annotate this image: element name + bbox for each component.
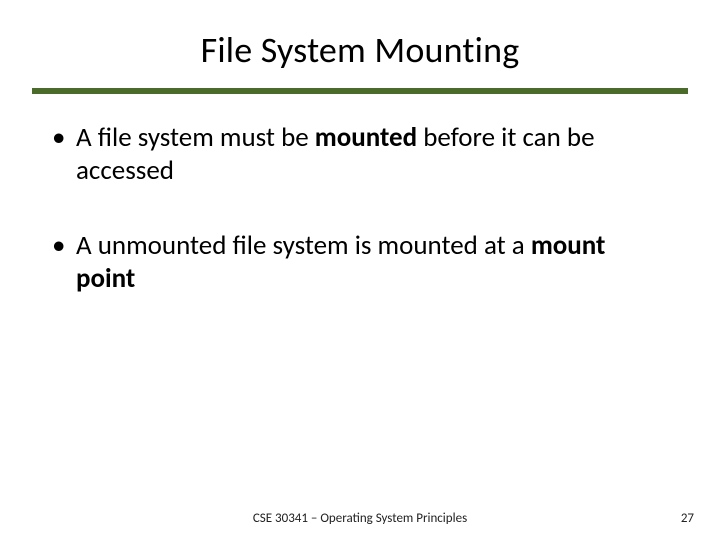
bullet-text-pre: A file system must be <box>76 121 315 154</box>
bullet-text-bold: mounted <box>315 121 417 154</box>
bullet-list: A file system must be mounted before it … <box>50 122 670 296</box>
footer: CSE 30341 – Operating System Principles … <box>0 511 720 526</box>
slide-title: File System Mounting <box>0 28 720 72</box>
content-area: A file system must be mounted before it … <box>0 94 720 296</box>
slide: File System Mounting A file system must … <box>0 0 720 540</box>
bullet-text-pre: A unmounted file system is mounted at a <box>76 229 531 262</box>
bullet-item: A unmounted file system is mounted at a … <box>50 230 670 296</box>
bullet-item: A file system must be mounted before it … <box>50 122 670 188</box>
footer-course: CSE 30341 – Operating System Principles <box>253 511 467 526</box>
title-block: File System Mounting <box>0 0 720 82</box>
page-number: 27 <box>681 511 694 526</box>
